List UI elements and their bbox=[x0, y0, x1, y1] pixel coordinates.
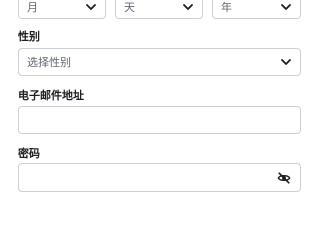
chevron-down-icon bbox=[86, 4, 96, 11]
chevron-down-icon bbox=[281, 4, 291, 11]
password-field[interactable] bbox=[18, 163, 301, 192]
gender-label: 性别 bbox=[18, 30, 40, 43]
birth-day-select[interactable]: 天 bbox=[115, 0, 203, 19]
password-label: 密码 bbox=[18, 147, 40, 160]
chevron-down-icon bbox=[183, 4, 193, 11]
eye-slash-icon[interactable] bbox=[277, 171, 291, 185]
chevron-down-icon bbox=[281, 59, 291, 65]
birth-day-value: 天 bbox=[124, 1, 135, 15]
gender-select[interactable]: 选择性别 bbox=[18, 48, 301, 76]
gender-placeholder: 选择性别 bbox=[27, 56, 71, 69]
birth-month-select[interactable]: 月 bbox=[18, 0, 106, 19]
signup-form: 月 天 年 性别 选择性别 电子邮件地址 密码 bbox=[0, 0, 330, 200]
email-field[interactable] bbox=[18, 106, 301, 134]
birth-year-value: 年 bbox=[221, 1, 232, 15]
birth-month-value: 月 bbox=[27, 1, 38, 15]
birth-year-select[interactable]: 年 bbox=[212, 0, 301, 19]
email-label: 电子邮件地址 bbox=[18, 89, 84, 102]
